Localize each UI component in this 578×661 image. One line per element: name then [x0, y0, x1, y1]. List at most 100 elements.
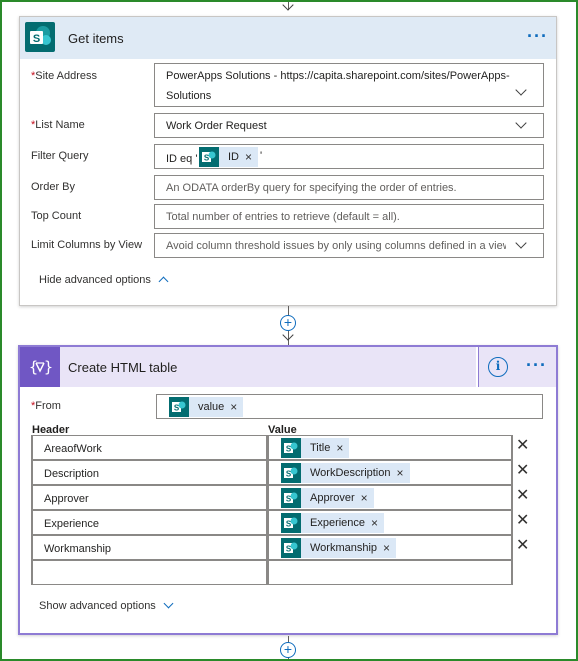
filter-query-suffix: ' [260, 150, 263, 162]
site-address-field[interactable]: PowerApps Solutions - https://capita.sha… [154, 63, 544, 107]
get-items-title: Get items [68, 31, 124, 46]
list-name-dropdown-icon[interactable] [515, 117, 527, 129]
get-items-menu-button[interactable]: ··· [527, 26, 548, 47]
top-count-placeholder: Total number of entries to retrieve (def… [166, 211, 400, 223]
limit-columns-label: Limit Columns by View [31, 239, 143, 251]
list-name-value: Work Order Request [166, 120, 267, 132]
remove-token-icon[interactable]: × [397, 466, 404, 480]
limit-columns-placeholder: Avoid column threshold issues by only us… [166, 240, 506, 252]
create-html-menu-button[interactable]: ··· [526, 355, 547, 376]
create-html-table-header[interactable]: { } Create HTML table [20, 347, 476, 387]
header-cell[interactable]: AreaofWork [32, 435, 267, 460]
value-cell[interactable]: S WorkDescription × [268, 460, 512, 485]
create-html-table-title: Create HTML table [68, 360, 178, 375]
svg-text:S: S [286, 495, 292, 504]
from-field[interactable]: S value × [156, 394, 543, 419]
list-name-label: *List Name [31, 119, 85, 131]
delete-row-icon[interactable]: ✕ [516, 463, 529, 479]
value-token[interactable]: S Experience × [281, 513, 385, 533]
from-label: *From [31, 400, 61, 412]
limit-columns-field[interactable]: Avoid column threshold issues by only us… [154, 233, 544, 258]
info-icon[interactable]: i [488, 357, 508, 377]
svg-text:S: S [286, 545, 292, 554]
site-address-label: *Site Address [31, 70, 98, 82]
filter-query-id-token[interactable]: S ID × [199, 147, 259, 167]
create-html-table-card: { } Create HTML table i ··· *From S valu… [18, 345, 558, 635]
sharepoint-token-icon: S [281, 513, 301, 533]
header-cell-text: Description [44, 468, 100, 480]
get-items-header[interactable]: S Get items ··· [20, 17, 556, 59]
order-by-label: Order By [31, 181, 76, 193]
hide-advanced-options-button[interactable]: Hide advanced options [39, 274, 169, 287]
remove-token-icon[interactable]: × [336, 441, 343, 455]
header-cell[interactable]: Workmanship [32, 535, 267, 560]
remove-token-icon[interactable]: × [383, 541, 390, 555]
filter-query-token-label: ID [228, 151, 239, 163]
header-cell[interactable]: Experience [32, 510, 267, 535]
sharepoint-token-icon: S [281, 438, 301, 458]
order-by-field[interactable]: An ODATA orderBy query for specifying th… [154, 175, 544, 200]
from-value-token[interactable]: S value × [169, 397, 244, 417]
value-token-label: WorkDescription [310, 467, 391, 479]
show-advanced-options-button[interactable]: Show advanced options [39, 598, 174, 612]
empty-header-cell[interactable] [32, 560, 267, 585]
list-name-field[interactable]: Work Order Request [154, 113, 544, 138]
value-token[interactable]: S Approver × [281, 488, 374, 508]
delete-row-icon[interactable]: ✕ [516, 438, 529, 454]
sharepoint-icon: S [21, 18, 59, 56]
remove-token-icon[interactable]: × [245, 150, 252, 164]
header-cell[interactable]: Description [32, 460, 267, 485]
svg-text:S: S [286, 470, 292, 479]
chevron-down-icon [163, 598, 174, 609]
empty-value-cell[interactable] [268, 560, 512, 585]
value-token-label: Approver [310, 492, 355, 504]
svg-text:}: } [44, 358, 53, 376]
site-address-value-line2: Solutions [166, 90, 212, 102]
top-count-field[interactable]: Total number of entries to retrieve (def… [154, 204, 544, 229]
value-token-label: Experience [310, 517, 366, 529]
svg-text:S: S [286, 520, 292, 529]
value-cell[interactable]: S Title × [268, 435, 512, 460]
header-cell-text: Approver [44, 493, 89, 505]
connector-arrow-top-icon [282, 0, 294, 11]
sharepoint-token-icon: S [169, 397, 189, 417]
svg-text:S: S [33, 33, 40, 45]
from-token-label: value [198, 401, 225, 413]
delete-row-icon[interactable]: ✕ [516, 538, 529, 554]
delete-row-icon[interactable]: ✕ [516, 513, 529, 529]
remove-token-icon[interactable]: × [371, 516, 378, 530]
value-cell[interactable]: S Experience × [268, 510, 512, 535]
svg-text:S: S [204, 154, 210, 163]
value-cell[interactable]: S Workmanship × [268, 535, 512, 560]
header-cell-text: Workmanship [44, 543, 112, 555]
filter-query-field[interactable]: ID eq ' S ID × ' [154, 144, 544, 169]
value-cell[interactable]: S Approver × [268, 485, 512, 510]
data-operation-icon: { } [20, 347, 60, 387]
value-token-label: Title [310, 442, 331, 454]
top-count-label: Top Count [31, 210, 82, 222]
remove-token-icon[interactable]: × [230, 400, 237, 414]
site-address-dropdown-icon[interactable] [515, 84, 527, 96]
value-token[interactable]: S WorkDescription × [281, 463, 410, 483]
filter-query-prefix: ID eq ' [166, 153, 198, 165]
connector-arrow-middle-icon [282, 329, 294, 341]
limit-columns-dropdown-icon[interactable] [515, 237, 527, 249]
delete-row-icon[interactable]: ✕ [516, 488, 529, 504]
filter-query-label: Filter Query [31, 150, 89, 162]
svg-text:S: S [286, 445, 292, 454]
value-token-label: Workmanship [310, 542, 378, 554]
svg-text:S: S [174, 404, 180, 413]
sharepoint-token-icon: S [281, 538, 301, 558]
value-token[interactable]: S Title × [281, 438, 350, 458]
order-by-placeholder: An ODATA orderBy query for specifying th… [166, 182, 457, 194]
insert-step-button-bottom[interactable]: + [280, 642, 296, 658]
sharepoint-token-icon: S [281, 488, 301, 508]
sharepoint-token-icon: S [199, 147, 219, 167]
get-items-card: S Get items ··· *Site Address PowerApps … [19, 16, 557, 306]
chevron-up-icon [158, 276, 169, 287]
header-cell[interactable]: Approver [32, 485, 267, 510]
header-cell-text: Experience [44, 518, 100, 530]
site-address-value-line1: PowerApps Solutions - https://capita.sha… [166, 70, 510, 82]
remove-token-icon[interactable]: × [361, 491, 368, 505]
value-token[interactable]: S Workmanship × [281, 538, 397, 558]
